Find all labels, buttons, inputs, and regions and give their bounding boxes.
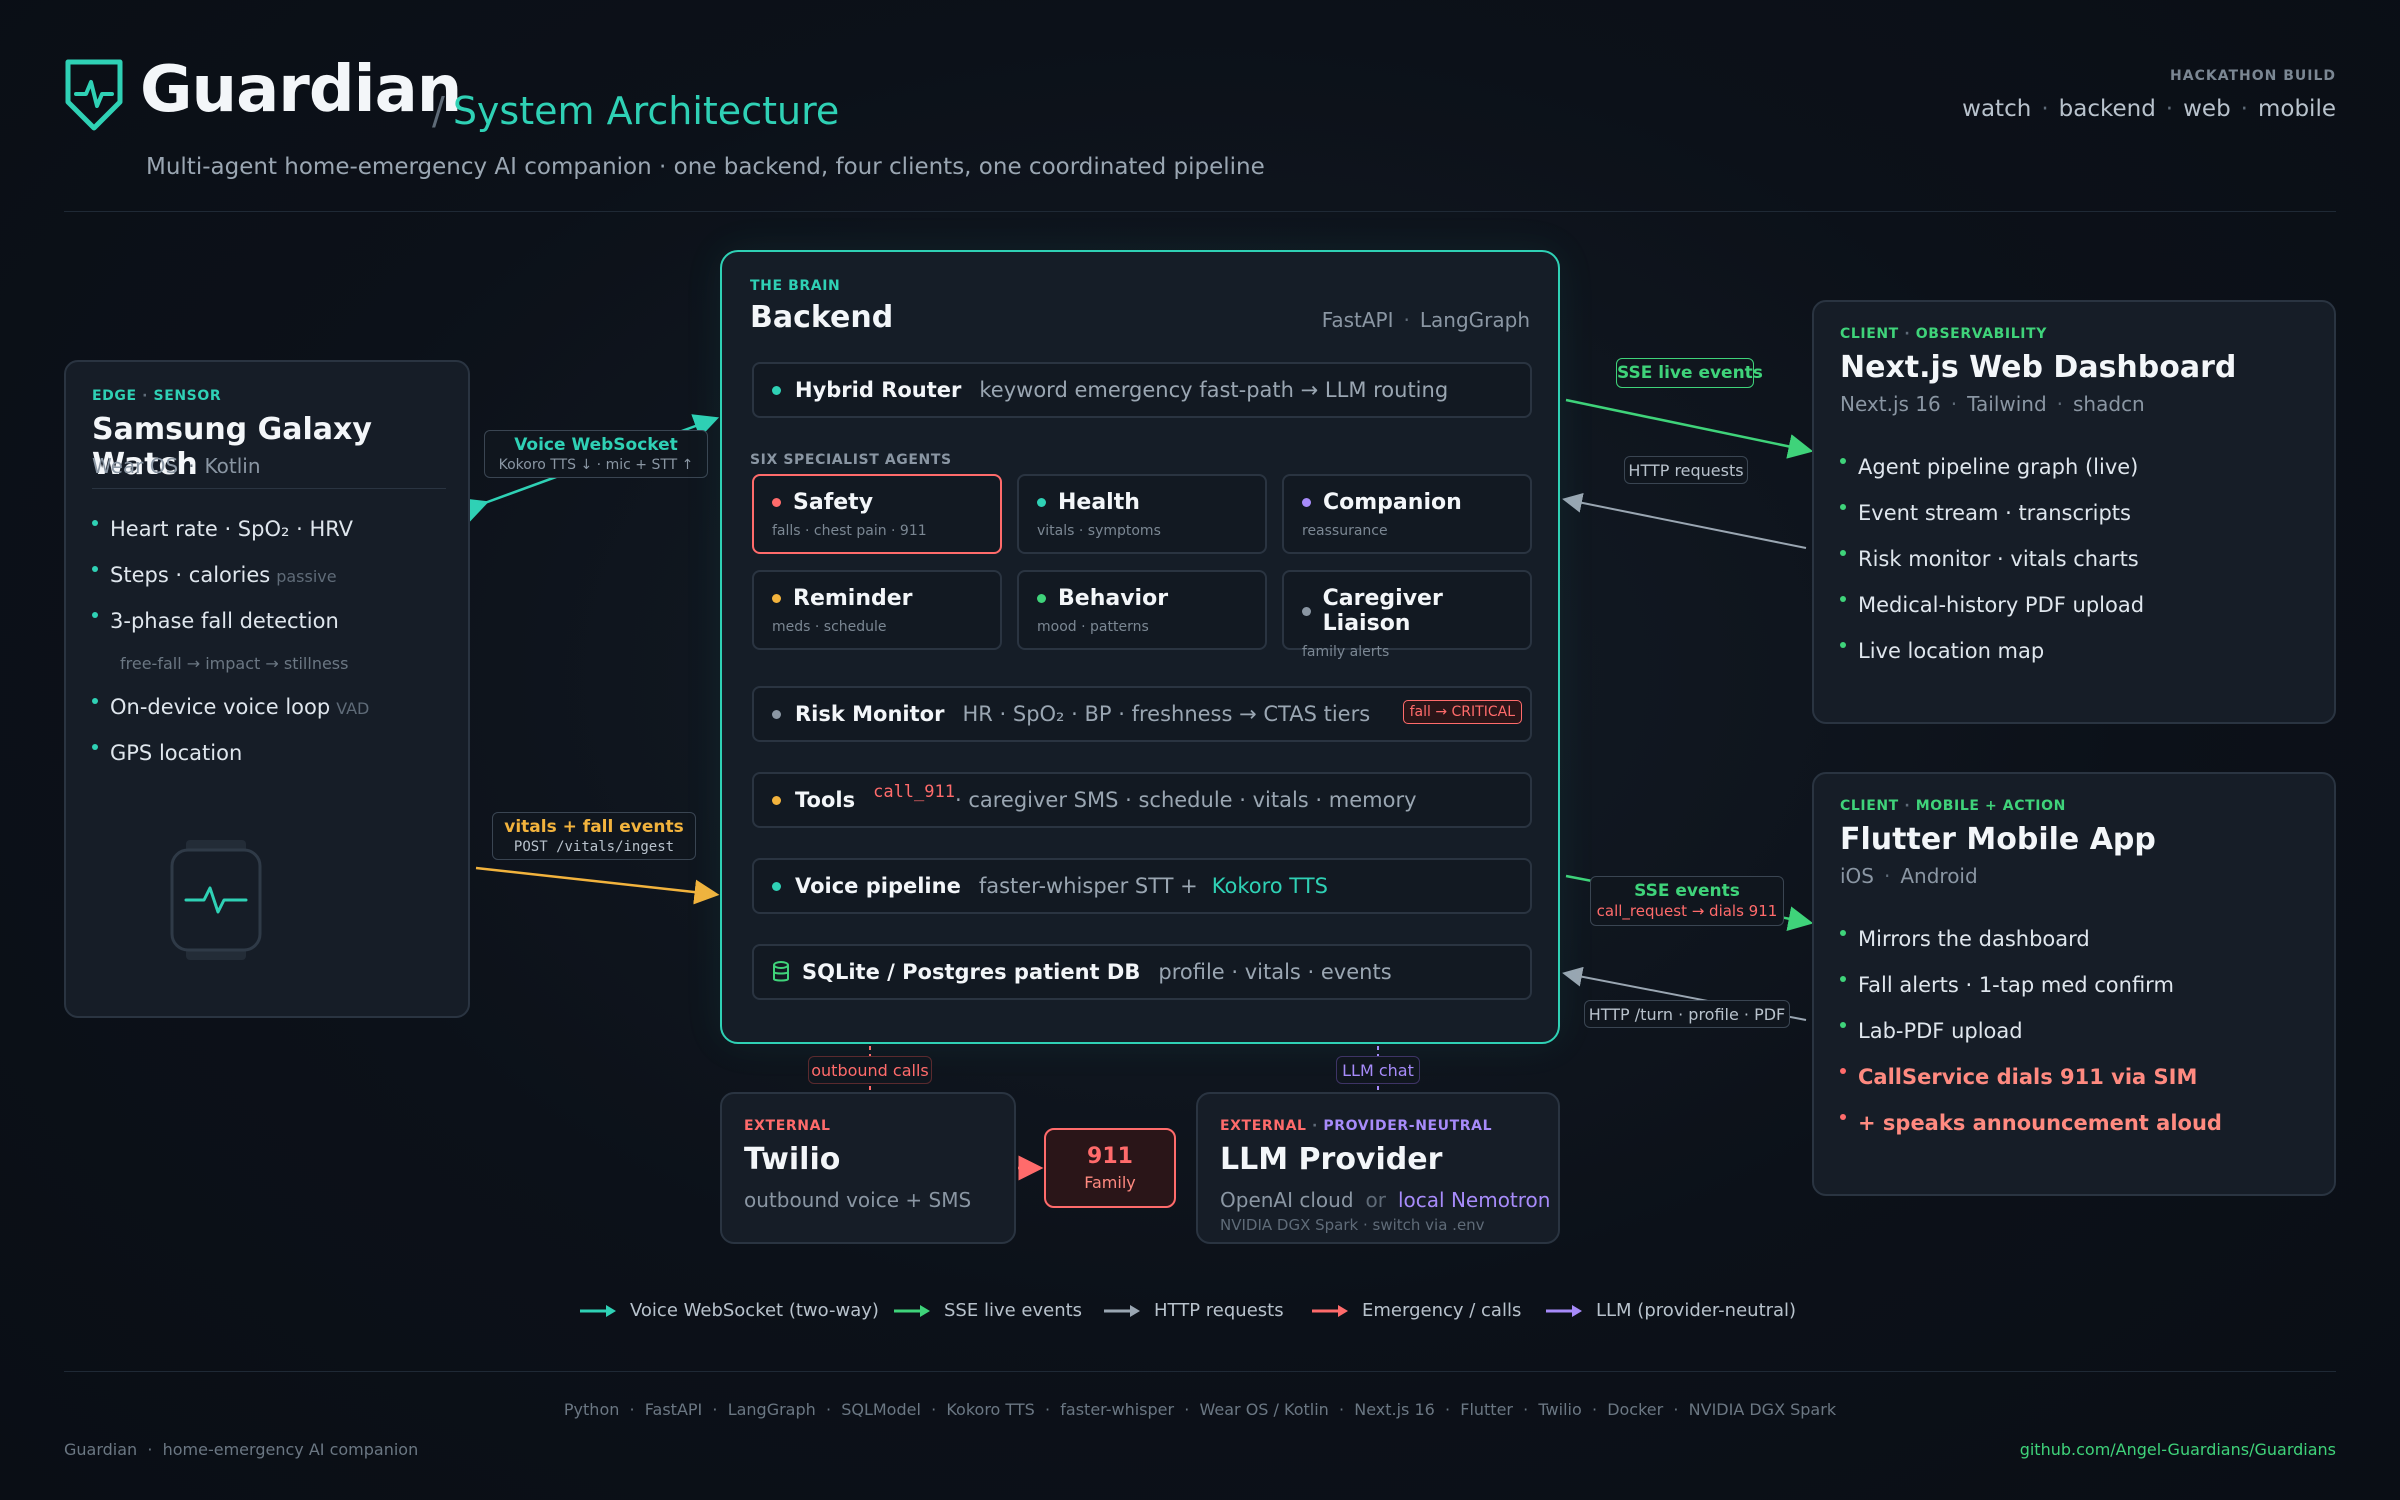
target-911: 911: [1087, 1144, 1133, 1169]
llm-provider-card: EXTERNAL · PROVIDER-NEUTRAL LLM Provider…: [1196, 1092, 1560, 1244]
watch-card: EDGE · SENSOR Samsung Galaxy Watch Wear …: [64, 360, 470, 1018]
backend-card: THE BRAIN Backend FastAPI · LangGraph Hybr…: [720, 250, 1560, 1044]
twilio-subtitle: outbound voice + SMS: [744, 1188, 972, 1212]
web-subtitle: Next.js 16 · Tailwind · shadcn: [1840, 392, 2145, 416]
backend-kicker: THE BRAIN: [750, 278, 841, 294]
list-item: Fall alerts · 1-tap med confirm: [1840, 962, 2320, 1008]
coral-arrow-icon: [1312, 1304, 1348, 1317]
agent-safety: Safety falls · chest pain · 911: [752, 474, 1002, 554]
list-item: Medical-history PDF upload: [1840, 582, 2320, 628]
legend-sse: SSE live events: [894, 1300, 1082, 1321]
llm-options: OpenAI cloud or local Nemotron: [1220, 1188, 1551, 1212]
list-item: Heart rate · SpO₂ · HRV: [92, 506, 452, 552]
emergency-target: 911 Family: [1044, 1128, 1176, 1208]
list-item: Lab-PDF upload: [1840, 1008, 2320, 1054]
agent-caregiver-liaison: Caregiver Liaison family alerts: [1282, 570, 1532, 660]
agent-companion: Companion reassurance: [1282, 474, 1532, 554]
outbound-calls-label: outbound calls: [808, 1056, 932, 1084]
tools-row: Tools call_911 · caregiver SMS · schedule…: [752, 772, 1532, 828]
list-item: Risk monitor · vitals charts: [1840, 536, 2320, 582]
green-arrow-icon: [894, 1304, 930, 1317]
gray-arrow-icon: [1104, 1304, 1140, 1317]
voice-ws-label: Voice WebSocket Kokoro TTS ↓ · mic + STT…: [484, 430, 708, 478]
watch-subtitle: Wear OS · Kotlin: [92, 454, 261, 478]
tech-stack-line: Python · FastAPI · LangGraph · SQLModel …: [563, 1400, 1837, 1419]
database-row: SQLite / Postgres patient DB profile · vi…: [752, 944, 1532, 1000]
mobile-title: Flutter Mobile App: [1840, 822, 2156, 857]
mobile-subtitle: iOS · Android: [1840, 864, 1978, 888]
database-icon: [773, 961, 789, 982]
agents-section-label: SIX SPECIALIST AGENTS: [750, 452, 952, 468]
watch-divider: [92, 488, 446, 489]
mobile-feature-list: Mirrors the dashboard Fall alerts · 1-ta…: [1840, 916, 2320, 1146]
vitals-label: vitals + fall events POST /vitals/ingest: [492, 812, 696, 860]
footer-left: Guardian · home-emergency AI companion: [64, 1440, 419, 1459]
voice-pipeline-row: Voice pipeline faster-whisper STT + Kokoro…: [752, 858, 1532, 914]
twilio-card: EXTERNAL Twilio outbound voice + SMS: [720, 1092, 1016, 1244]
twilio-kicker: EXTERNAL: [744, 1118, 831, 1134]
list-item: GPS location: [92, 730, 452, 776]
list-item: 3-phase fall detection: [92, 598, 452, 644]
list-item: Event stream · transcripts: [1840, 490, 2320, 536]
web-dashboard-card: CLIENT · OBSERVABILITY Next.js Web Dashb…: [1812, 300, 2336, 724]
agent-health: Health vitals · symptoms: [1017, 474, 1267, 554]
mobile-kicker: CLIENT · MOBILE + ACTION: [1840, 798, 2066, 814]
web-feature-list: Agent pipeline graph (live) Event stream…: [1840, 444, 2320, 674]
risk-monitor-row: Risk Monitor HR · SpO₂ · BP · freshness →…: [752, 686, 1532, 742]
agent-reminder: Reminder meds · schedule: [752, 570, 1002, 650]
llm-kicker: EXTERNAL · PROVIDER-NEUTRAL: [1220, 1118, 1493, 1134]
legend-http: HTTP requests: [1104, 1300, 1284, 1321]
http-mobile-label: HTTP /turn · profile · PDF: [1584, 1000, 1790, 1028]
list-item: Mirrors the dashboard: [1840, 916, 2320, 962]
twilio-title: Twilio: [744, 1142, 841, 1177]
footer-divider: [64, 1371, 2336, 1372]
list-item: Steps · calories passive: [92, 552, 452, 598]
backend-stack: FastAPI · LangGraph: [1321, 308, 1530, 332]
web-kicker: CLIENT · OBSERVABILITY: [1840, 326, 2047, 342]
agent-behavior: Behavior mood · patterns: [1017, 570, 1267, 650]
legend-llm: LLM (provider-neutral): [1546, 1300, 1796, 1321]
repo-link[interactable]: github.com/Angel-Guardians/Guardians: [2020, 1440, 2336, 1459]
hybrid-router-row: Hybrid Router keyword emergency fast-path…: [752, 362, 1532, 418]
critical-badge: fall → CRITICAL: [1402, 700, 1522, 724]
watch-kicker: EDGE · SENSOR: [92, 388, 222, 404]
purple-arrow-icon: [1546, 1304, 1582, 1317]
list-item-alert: CallService dials 911 via SIM: [1840, 1054, 2320, 1100]
backend-title: Backend: [750, 300, 894, 335]
llm-note: NVIDIA DGX Spark · switch via .env: [1220, 1216, 1485, 1234]
list-item: On-device voice loop VAD: [92, 684, 452, 730]
http-web-edge: [1562, 492, 1807, 549]
legend-emergency: Emergency / calls: [1312, 1300, 1521, 1321]
llm-chat-label: LLM chat: [1336, 1056, 1420, 1084]
http-label: HTTP requests: [1624, 456, 1748, 484]
sse-mobile-label: SSE events call_request → dials 911: [1590, 876, 1784, 926]
watch-feature-list: Heart rate · SpO₂ · HRV Steps · calories…: [92, 506, 452, 776]
list-item: Live location map: [1840, 628, 2320, 674]
list-item: Agent pipeline graph (live): [1840, 444, 2320, 490]
sse-web-edge: [1565, 398, 1814, 459]
fall-phases: free-fall → impact → stillness: [120, 654, 349, 673]
web-title: Next.js Web Dashboard: [1840, 350, 2237, 385]
smartwatch-icon: [170, 840, 262, 960]
target-family: Family: [1084, 1173, 1136, 1192]
mobile-app-card: CLIENT · MOBILE + ACTION Flutter Mobile …: [1812, 772, 2336, 1196]
llm-title: LLM Provider: [1220, 1142, 1443, 1177]
teal-arrow-icon: [580, 1304, 616, 1317]
vitals-edge: [475, 866, 720, 905]
legend-voice-ws: Voice WebSocket (two-way): [580, 1300, 879, 1321]
sse-label: SSE live events: [1616, 358, 1763, 388]
list-item-alert: + speaks announcement aloud: [1840, 1100, 2320, 1146]
